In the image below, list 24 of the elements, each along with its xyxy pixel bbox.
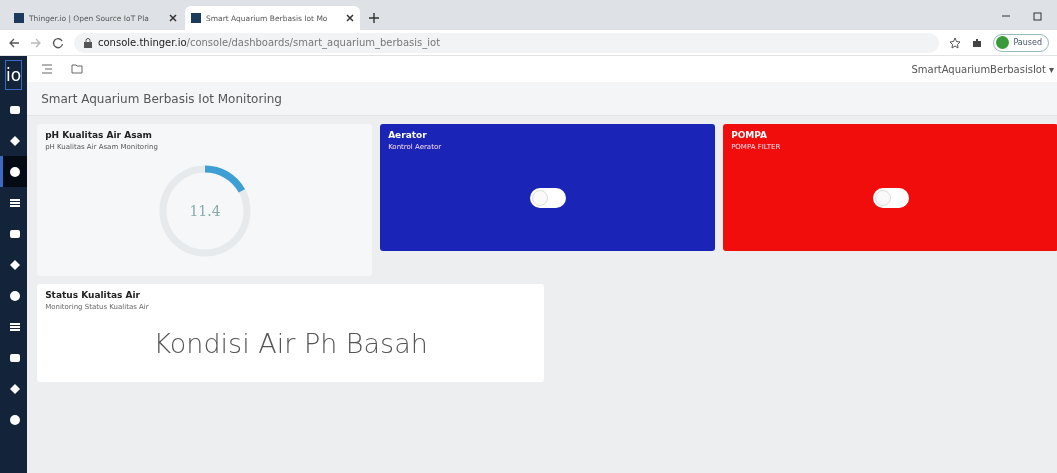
menu-item-icon bbox=[8, 133, 23, 148]
favicon-icon bbox=[14, 13, 24, 23]
toggle-switch[interactable] bbox=[529, 188, 566, 208]
reload-icon[interactable] bbox=[52, 36, 64, 49]
close-icon[interactable] bbox=[346, 14, 354, 22]
dashboard-title: Smart Aquarium Berbasis Iot Monitoring bbox=[27, 82, 1057, 116]
back-icon[interactable] bbox=[8, 36, 20, 49]
folder-icon[interactable] bbox=[71, 64, 84, 74]
favicon-icon bbox=[191, 13, 201, 23]
lock-icon bbox=[84, 37, 92, 48]
star-icon[interactable] bbox=[949, 36, 962, 49]
close-icon[interactable] bbox=[169, 14, 177, 22]
logo[interactable]: io bbox=[5, 60, 23, 90]
restore-icon[interactable] bbox=[1033, 11, 1043, 21]
user-menu[interactable]: SmartAquariumBerbasisIot ▾ bbox=[911, 63, 1055, 75]
menu-item-icon bbox=[8, 381, 23, 396]
menu-item-icon bbox=[8, 164, 23, 179]
menu-item-icon bbox=[8, 412, 23, 427]
menu-item-icon bbox=[8, 288, 23, 303]
address-bar[interactable]: console.thinger.io/console/dashboards/smart_aquarium_berbasis_iot bbox=[74, 32, 940, 53]
menu-item-icon bbox=[8, 257, 23, 272]
toggle-switch[interactable] bbox=[872, 188, 909, 208]
new-tab-icon[interactable] bbox=[368, 12, 380, 24]
sidebar-item[interactable] bbox=[0, 156, 28, 187]
